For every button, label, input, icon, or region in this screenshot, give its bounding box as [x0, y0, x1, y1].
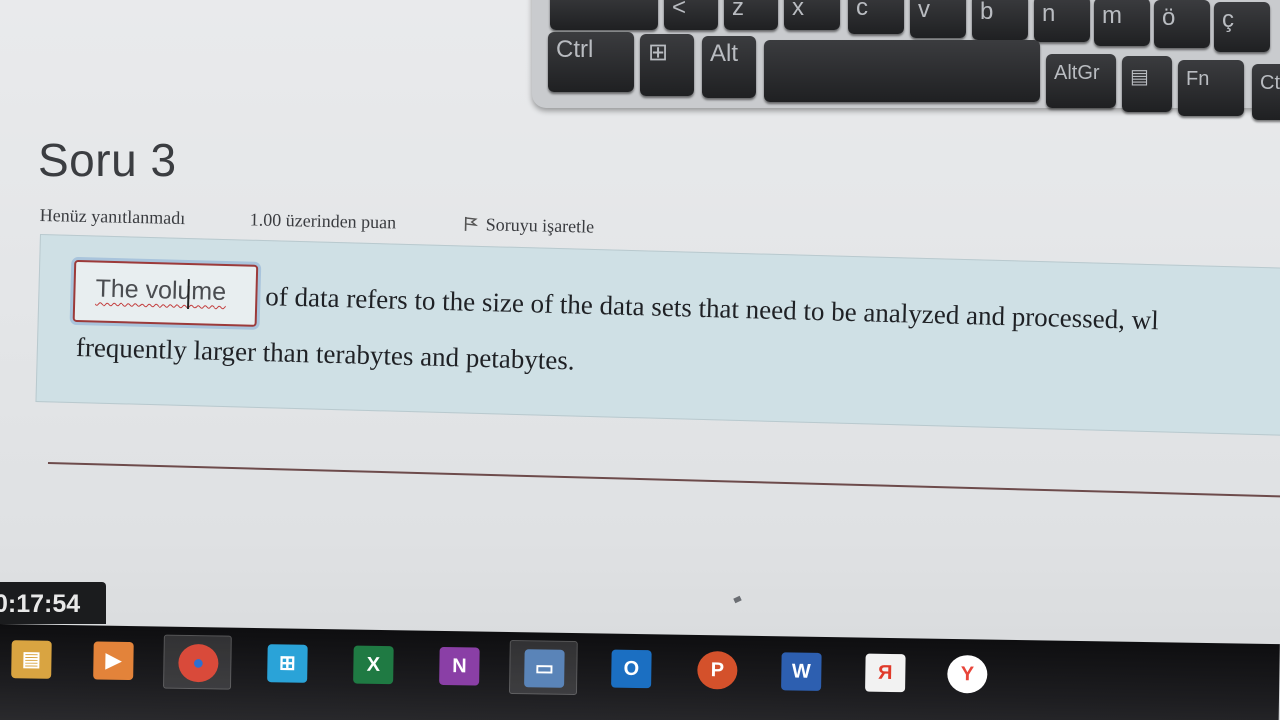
- key-ctrl-right: Ct: [1252, 64, 1280, 120]
- question-points: 1.00 üzerinden puan: [249, 209, 397, 233]
- mouse-pointer-icon: [733, 595, 742, 604]
- key: n: [1034, 0, 1090, 42]
- key-altgr: AltGr: [1046, 54, 1116, 108]
- key-blank: [550, 0, 658, 30]
- key-fn: Fn: [1178, 60, 1244, 116]
- powerpoint-icon: P: [697, 650, 738, 690]
- windows-key-icon: ⊞: [640, 34, 694, 96]
- key: b: [972, 0, 1028, 40]
- key: z: [724, 0, 778, 30]
- taskbar-app-media-player[interactable]: ▶: [79, 633, 148, 688]
- key-space: [764, 40, 1040, 102]
- key: ö: [1154, 0, 1210, 48]
- excel-icon: X: [353, 645, 394, 685]
- taskbar-app-yandex[interactable]: Я: [851, 645, 920, 700]
- key: ç: [1214, 2, 1270, 52]
- menu-key-icon: ▤: [1122, 56, 1172, 112]
- chrome-icon: ●: [178, 643, 219, 683]
- taskbar: ▤ ▶ ● ⊞ X N ▭ O P W Я Y: [0, 624, 1280, 720]
- key: v: [910, 0, 966, 38]
- answer-input-value: The volume: [95, 274, 227, 307]
- taskbar-app-chrome[interactable]: ●: [163, 634, 232, 690]
- store-icon: ⊞: [267, 644, 308, 683]
- physical-keyboard: < z x c v b n m ö ç Ctrl ⊞ Alt AltGr ▤ F…: [532, 0, 1280, 120]
- media-player-icon: ▶: [93, 641, 134, 681]
- flag-icon: [464, 216, 478, 231]
- taskbar-app-onenote[interactable]: N: [425, 639, 494, 694]
- yandex-browser-icon: Y: [947, 654, 988, 694]
- question-title: Soru 3: [38, 134, 177, 186]
- remote-desktop-icon: ▭: [524, 649, 565, 688]
- word-icon: W: [781, 652, 822, 691]
- key: c: [848, 0, 904, 34]
- taskbar-app-word[interactable]: W: [767, 644, 836, 699]
- answer-status: Henüz yanıtlanmadı: [39, 205, 186, 229]
- file-explorer-icon: ▤: [11, 640, 52, 679]
- onenote-icon: N: [439, 646, 480, 686]
- quiz-timer: 0:17:54: [0, 582, 106, 624]
- taskbar-app-remote-desktop[interactable]: ▭: [508, 640, 578, 696]
- key-ctrl: Ctrl: [548, 32, 634, 92]
- flag-question-link[interactable]: Soruyu işaretle: [463, 214, 594, 238]
- key-alt: Alt: [702, 36, 756, 98]
- yandex-icon: Я: [865, 653, 906, 693]
- taskbar-app-yandex-browser[interactable]: Y: [933, 647, 1002, 702]
- question-text-line-1: of data refers to the size of the data s…: [264, 281, 1160, 336]
- taskbar-app-excel[interactable]: X: [339, 637, 408, 692]
- answer-input[interactable]: The volume: [72, 259, 259, 327]
- key: m: [1094, 0, 1150, 46]
- key: <: [664, 0, 718, 30]
- taskbar-app-powerpoint[interactable]: P: [683, 643, 752, 698]
- question-content: The volume of data refers to the size of…: [35, 234, 1280, 438]
- key: x: [784, 0, 840, 30]
- taskbar-app-store[interactable]: ⊞: [253, 636, 322, 691]
- taskbar-app-file-explorer[interactable]: ▤: [0, 632, 66, 687]
- section-divider: [47, 462, 1280, 500]
- question-text-line-2: frequently larger than terabytes and pet…: [75, 332, 575, 376]
- taskbar-app-outlook[interactable]: O: [597, 641, 666, 696]
- flag-question-label: Soruyu işaretle: [485, 214, 595, 237]
- outlook-icon: O: [611, 649, 652, 689]
